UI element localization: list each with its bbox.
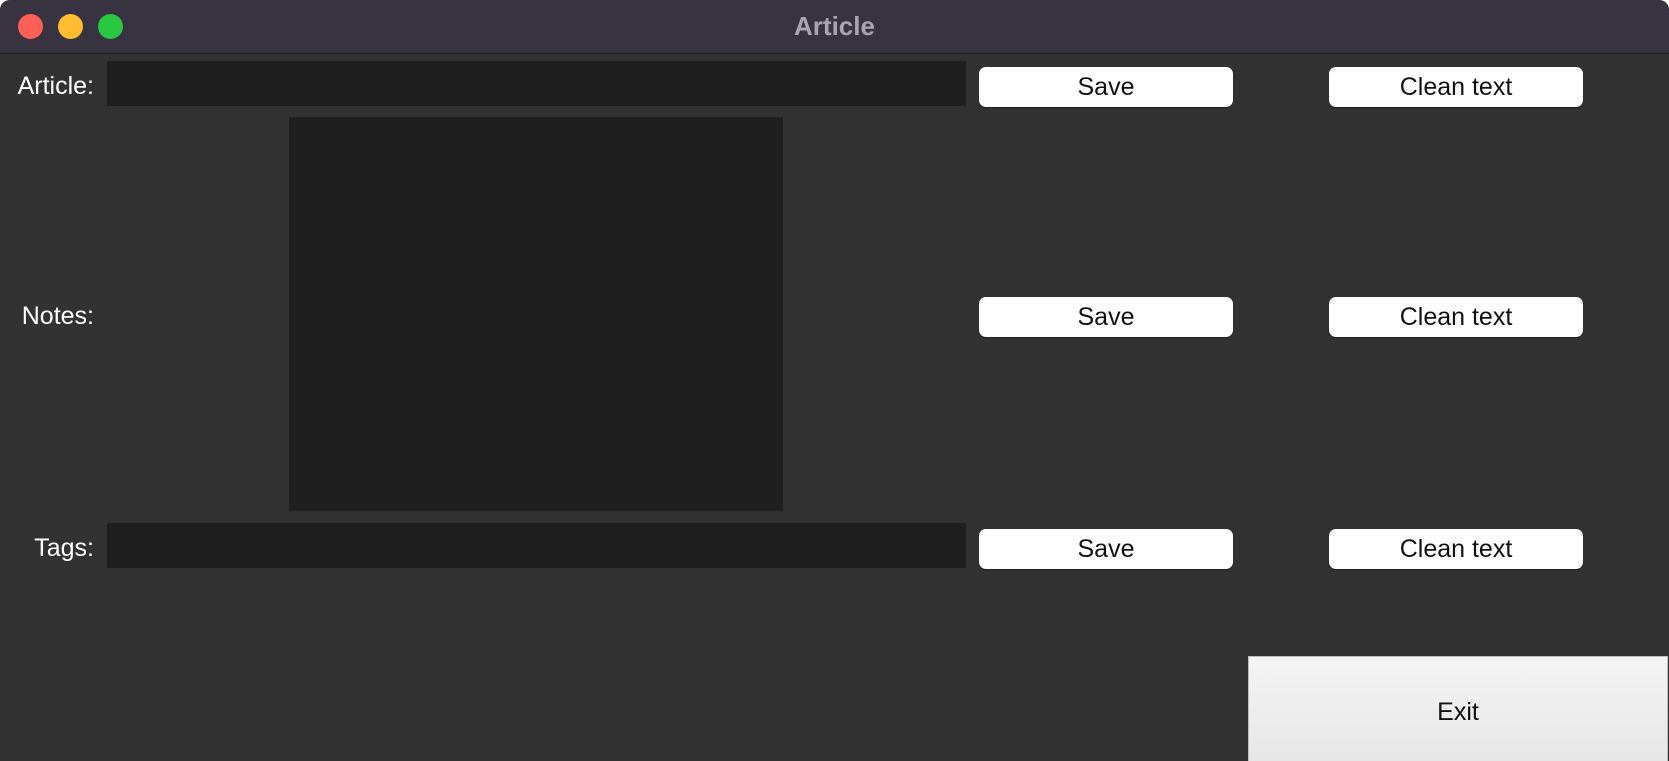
article-input[interactable] <box>107 61 966 106</box>
tags-input[interactable] <box>107 523 966 568</box>
exit-button[interactable]: Exit <box>1248 656 1668 761</box>
tags-clean-text-button[interactable]: Clean text <box>1329 529 1583 569</box>
notes-clean-text-button[interactable]: Clean text <box>1329 297 1583 337</box>
app-window: Article Article: Save Clean text Notes: … <box>0 0 1669 761</box>
notes-label: Notes: <box>21 302 94 330</box>
notes-save-button[interactable]: Save <box>979 297 1233 337</box>
tags-label: Tags: <box>34 534 94 562</box>
window-title: Article <box>794 11 875 41</box>
notes-textarea[interactable] <box>289 117 783 511</box>
article-save-button[interactable]: Save <box>979 67 1233 107</box>
title-bar: Article <box>0 0 1669 54</box>
article-label: Article: <box>17 72 94 100</box>
article-clean-text-button[interactable]: Clean text <box>1329 67 1583 107</box>
tags-save-button[interactable]: Save <box>979 529 1233 569</box>
